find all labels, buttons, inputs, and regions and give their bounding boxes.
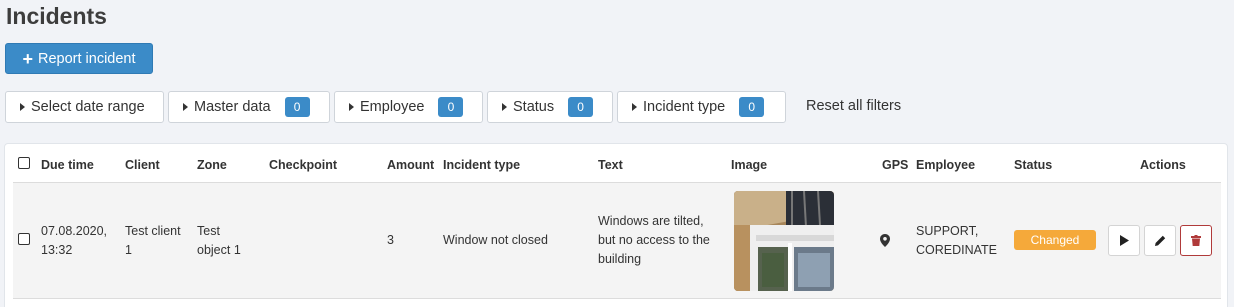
trash-icon <box>1191 235 1201 246</box>
header-actions: Actions <box>1140 158 1186 172</box>
client-line-1: Test client <box>125 224 181 238</box>
filter-master-data[interactable]: Master data 0 <box>168 91 330 123</box>
map-marker-icon[interactable] <box>880 234 890 252</box>
cell-incident-type: Window not closed <box>443 233 548 247</box>
row-checkbox[interactable] <box>18 233 30 245</box>
due-time-text: 13:32 <box>41 243 73 257</box>
filter-status[interactable]: Status 0 <box>487 91 613 123</box>
report-incident-button[interactable]: + Report incident <box>5 43 153 74</box>
play-button[interactable] <box>1108 225 1140 256</box>
header-amount[interactable]: Amount <box>387 158 434 172</box>
filter-incident-type-label: Incident type <box>643 99 726 115</box>
text-line-1: Windows are tilted, <box>598 214 704 228</box>
pencil-icon <box>1154 235 1165 246</box>
filter-employee[interactable]: Employee 0 <box>334 91 483 123</box>
incident-image-thumbnail[interactable] <box>734 191 834 291</box>
play-icon <box>1120 235 1129 246</box>
report-incident-label: Report incident <box>37 50 136 67</box>
reset-filters-link[interactable]: Reset all filters <box>806 98 901 114</box>
header-employee[interactable]: Employee <box>916 158 975 172</box>
header-checkpoint[interactable]: Checkpoint <box>269 158 337 172</box>
filter-status-label: Status <box>513 99 555 115</box>
header-zone[interactable]: Zone <box>197 158 227 172</box>
select-all-checkbox[interactable] <box>18 157 30 169</box>
employee-line-1: SUPPORT, <box>916 224 979 238</box>
filter-master-data-label: Master data <box>194 99 271 115</box>
header-gps: GPS <box>882 158 909 172</box>
status-badge: Changed <box>1014 230 1096 250</box>
page-title: Incidents <box>6 3 107 29</box>
due-date-text: 07.08.2020, <box>41 224 108 238</box>
caret-right-icon <box>183 103 188 111</box>
text-line-3: building <box>598 252 642 266</box>
cell-due-time: 07.08.2020, 13:32 <box>41 222 107 260</box>
header-client[interactable]: Client <box>125 158 160 172</box>
header-due-time[interactable]: Due time <box>41 158 94 172</box>
text-line-2: but no access to the <box>598 233 710 247</box>
cell-zone: Test object 1 <box>197 222 241 260</box>
filter-employee-count: 0 <box>438 97 464 117</box>
caret-right-icon <box>349 103 354 111</box>
cell-text: Windows are tilted, but no access to the… <box>598 212 710 269</box>
edit-button[interactable] <box>1144 225 1176 256</box>
filter-incident-type[interactable]: Incident type 0 <box>617 91 786 123</box>
header-incident-type[interactable]: Incident type <box>443 158 520 172</box>
filter-employee-label: Employee <box>360 99 425 115</box>
zone-line-2: object 1 <box>197 243 241 257</box>
plus-icon: + <box>22 48 33 69</box>
employee-line-2: COREDINATE <box>916 243 998 257</box>
client-line-2: 1 <box>125 243 132 257</box>
delete-button[interactable] <box>1180 225 1212 256</box>
header-status[interactable]: Status <box>1014 158 1052 172</box>
cell-client: Test client 1 <box>125 222 181 260</box>
filter-date-range[interactable]: Select date range <box>5 91 164 123</box>
cell-amount: 3 <box>387 233 394 247</box>
header-text[interactable]: Text <box>598 158 623 172</box>
caret-right-icon <box>632 103 637 111</box>
filter-date-range-label: Select date range <box>31 99 145 115</box>
zone-line-1: Test <box>197 224 220 238</box>
filter-master-data-count: 0 <box>284 97 310 117</box>
caret-right-icon <box>502 103 507 111</box>
header-image: Image <box>731 158 768 172</box>
filter-status-count: 0 <box>568 97 594 117</box>
caret-right-icon <box>20 103 25 111</box>
filter-incident-type-count: 0 <box>739 97 765 117</box>
cell-employee: SUPPORT, COREDINATE <box>916 222 997 260</box>
